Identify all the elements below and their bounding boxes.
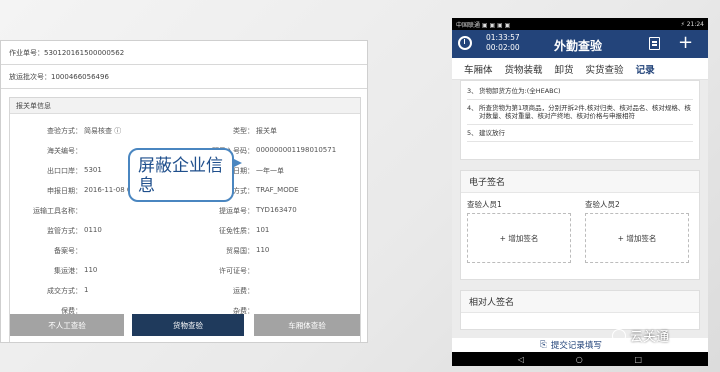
android-nav-bar: ◁ ○ □ bbox=[452, 352, 708, 366]
inspector1-label: 查验人员1 bbox=[467, 200, 502, 209]
e-signature-title: 电子签名 bbox=[461, 171, 699, 193]
field-export-port: 出口口岸： 5301 bbox=[47, 166, 102, 175]
home-icon[interactable]: ○ bbox=[576, 355, 583, 364]
e-signature-card: 电子签名 查验人员1 查验人员2 + 增加签名 + 增加签名 bbox=[460, 170, 700, 280]
watermark: 云关通 bbox=[612, 326, 669, 345]
no-manual-inspection-button[interactable]: 不人工查验 bbox=[10, 314, 124, 336]
inspection-item-list: 3、 货物卸货方位为:(全HEABC) 4、 所查货物为第1项商品，分别开拆2件… bbox=[460, 80, 700, 160]
field-type: 类型： 报关单 bbox=[233, 127, 277, 135]
timer-display: 01:33:57 00:02:00 bbox=[486, 33, 520, 53]
submit-record-button[interactable]: ⎘ 提交记录填写 bbox=[452, 338, 708, 352]
tab-loading[interactable]: 货物装载 bbox=[499, 62, 549, 76]
field-supervision-mode: 监管方式： 0110 bbox=[47, 226, 102, 235]
remaining-time: 00:02:00 bbox=[486, 43, 520, 52]
declaration-form: 报关单信息 查验方式： 简易核查 ⓘ 类型： 报关单 海关编号： 预录入号码： 000… bbox=[9, 97, 361, 342]
field-port: 集运港： 110 bbox=[54, 266, 98, 275]
work-number: 作业单号：530120161500000562 bbox=[9, 48, 125, 57]
status-time: ⚡ 21:24 bbox=[680, 20, 704, 28]
record-content: 3、 货物卸货方位为:(全HEABC) 4、 所查货物为第1项商品，分别开拆2件… bbox=[452, 80, 708, 338]
recent-apps-icon[interactable]: □ bbox=[635, 355, 643, 364]
clock-icon bbox=[458, 36, 472, 50]
back-icon[interactable]: ◁ bbox=[518, 355, 524, 364]
carriage-inspection-button[interactable]: 车厢体查验 bbox=[254, 314, 360, 336]
work-number-row: 作业单号：530120161500000562 bbox=[1, 41, 367, 65]
carrier-label: 中国联通 ▣ ▣ ▣ ▣ bbox=[456, 21, 511, 29]
batch-number-row: 放运批次号：1000466056496 bbox=[1, 65, 367, 89]
action-buttons: 不人工查验 货物查验 车厢体查验 bbox=[10, 314, 360, 336]
counterparty-signature-title: 相对人签名 bbox=[461, 291, 699, 313]
tab-unloading[interactable]: 卸货 bbox=[549, 62, 580, 76]
submit-icon: ⎘ bbox=[540, 340, 547, 350]
submit-record-label: 提交记录填写 bbox=[550, 341, 602, 351]
field-inspection-method: 查验方式： 简易核查 ⓘ bbox=[47, 127, 122, 135]
list-item: 3、 货物卸货方位为:(全HEABC) bbox=[467, 83, 693, 100]
document-icon[interactable] bbox=[649, 37, 660, 50]
add-signature-button-2[interactable]: + 增加签名 bbox=[585, 213, 689, 263]
list-item: 5、 建议放行 bbox=[467, 125, 693, 142]
field-declare-date: 申报日期： 2016-11-08 00:0 bbox=[47, 186, 143, 195]
field-freight: 运费： bbox=[233, 287, 254, 295]
field-customs-number: 海关编号： bbox=[47, 147, 82, 155]
list-item: 4、 所查货物为第1项商品，分别开拆2件,核对归类、核对品名、核对规格、核对数量… bbox=[467, 100, 693, 125]
callout-arrow-icon bbox=[232, 158, 242, 168]
form-title: 报关单信息 bbox=[10, 98, 360, 114]
add-icon[interactable]: + bbox=[678, 32, 693, 54]
field-deal-mode: 成交方式： 1 bbox=[47, 286, 89, 295]
batch-number: 放运批次号：1000466056496 bbox=[9, 72, 109, 81]
tab-record[interactable]: 记录 bbox=[630, 62, 661, 83]
add-signature-button-1[interactable]: + 增加签名 bbox=[467, 213, 571, 263]
field-bill-of-lading: 提运单号： TYD163470 bbox=[219, 206, 297, 215]
status-bar: 中国联通 ▣ ▣ ▣ ▣ ⚡ 21:24 bbox=[452, 18, 708, 30]
masking-callout: 屏蔽企业信息 bbox=[128, 148, 234, 202]
field-tax-nature: 征免性质： 101 bbox=[219, 226, 270, 235]
counterparty-signature-card: 相对人签名 bbox=[460, 290, 700, 330]
watermark-text: 云关通 bbox=[630, 330, 670, 345]
field-record-number: 备案号： bbox=[54, 247, 82, 255]
inspector2-label: 查验人员2 bbox=[585, 200, 620, 209]
app-title: 外勤查验 bbox=[554, 39, 603, 53]
elapsed-time: 01:33:57 bbox=[486, 33, 520, 42]
phone-screen: 中国联通 ▣ ▣ ▣ ▣ ⚡ 21:24 01:33:57 00:02:00 外… bbox=[452, 18, 708, 366]
cargo-inspection-button[interactable]: 货物查验 bbox=[132, 314, 244, 336]
field-vehicle-name: 运输工具名称： bbox=[33, 207, 82, 215]
tab-carriage[interactable]: 车厢体 bbox=[458, 62, 499, 76]
field-trade-country: 贸易国： 110 bbox=[226, 246, 270, 255]
wechat-logo-icon bbox=[612, 328, 626, 343]
field-license-number: 许可证号： bbox=[219, 267, 254, 275]
tab-goods-inspection[interactable]: 实货查验 bbox=[580, 62, 630, 76]
app-header: 01:33:57 00:02:00 外勤查验 + bbox=[452, 30, 708, 58]
tab-bar: 车厢体 货物装载 卸货 实货查验 记录 bbox=[452, 58, 708, 83]
